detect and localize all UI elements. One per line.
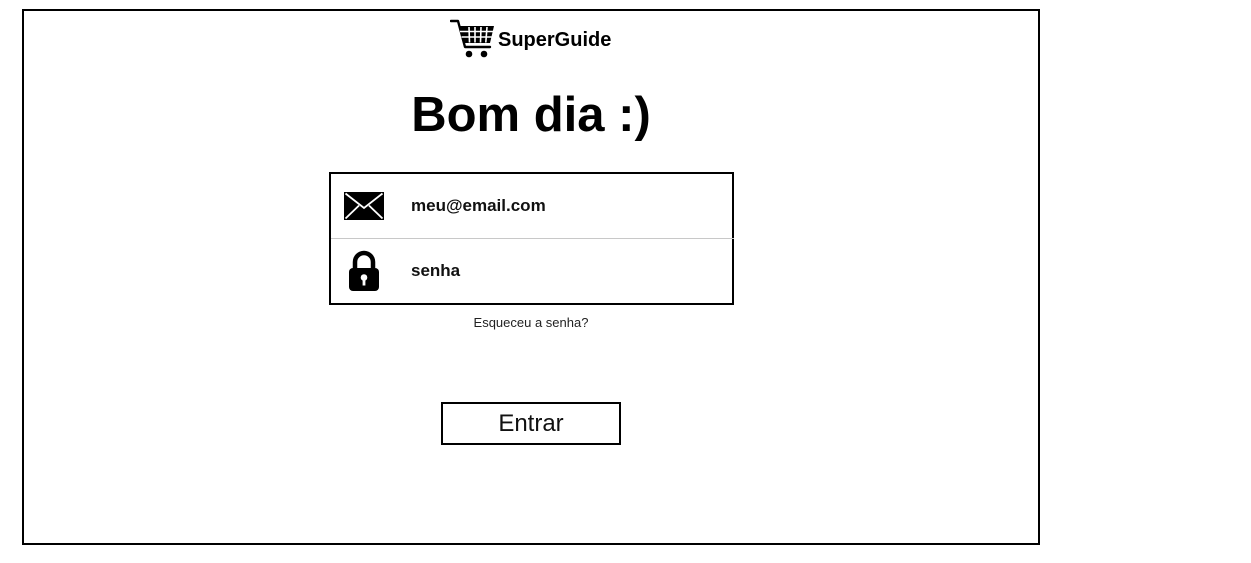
padlock-icon — [331, 239, 397, 303]
shopping-cart-icon — [450, 19, 496, 59]
brand-name: SuperGuide — [498, 28, 612, 51]
brand-header: SuperGuide — [450, 19, 611, 59]
login-form — [329, 172, 734, 305]
password-row — [331, 239, 732, 303]
password-field[interactable] — [411, 261, 711, 281]
forgot-password-link[interactable]: Esqueceu a senha? — [24, 315, 1038, 330]
email-row — [331, 174, 732, 238]
login-screen: SuperGuide Bom dia :) meu@email.com Esqu… — [22, 9, 1040, 545]
envelope-icon — [331, 174, 397, 238]
greeting-title: Bom dia :) — [411, 88, 651, 142]
login-button[interactable]: Entrar — [441, 402, 621, 445]
email-field[interactable] — [411, 196, 711, 216]
